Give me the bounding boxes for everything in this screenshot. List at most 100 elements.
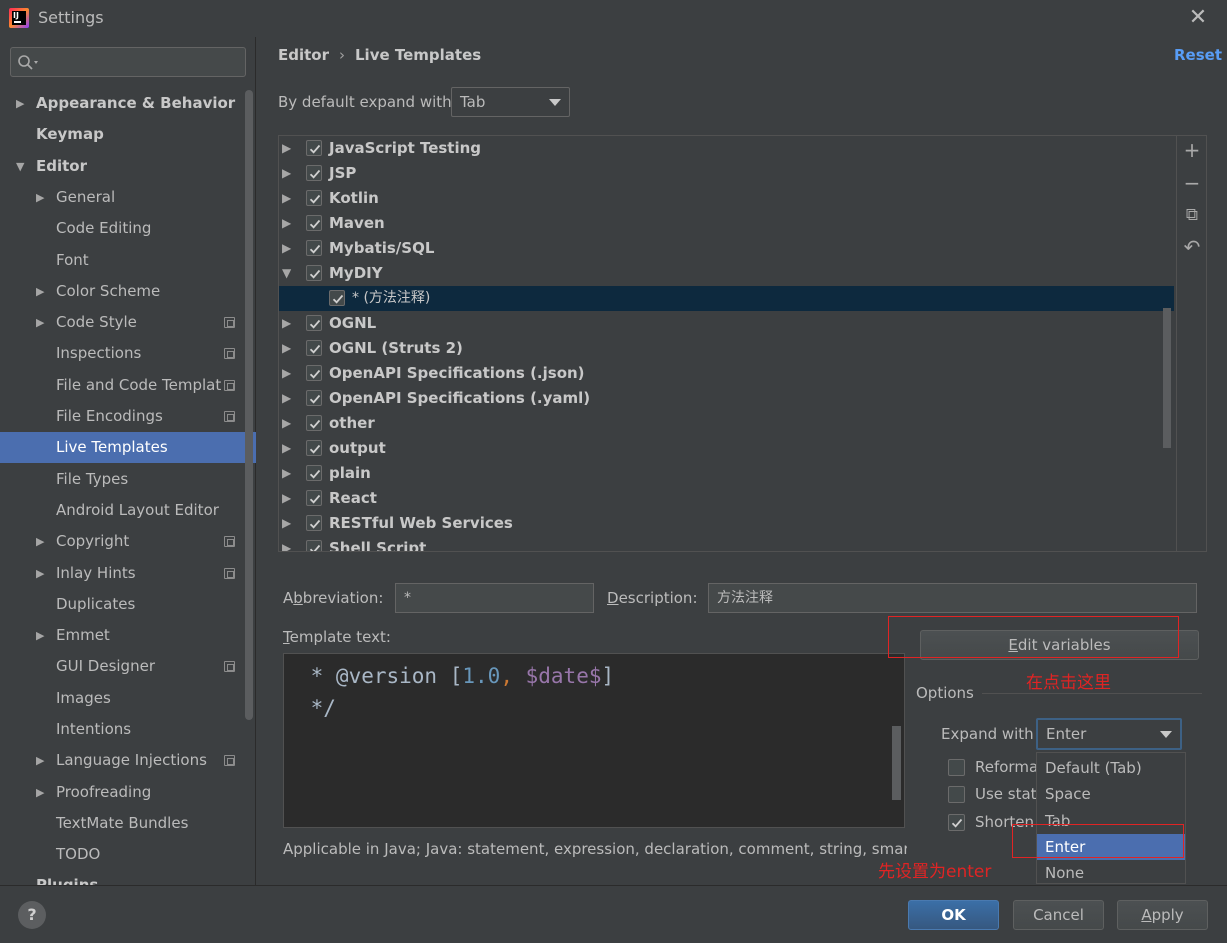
enable-checkbox[interactable] xyxy=(306,215,322,231)
sidebar-item-language-injections[interactable]: ▶ Language Injections xyxy=(0,745,243,776)
chevron-right-icon[interactable]: ▶ xyxy=(282,511,291,536)
sidebar-item-appearance-behavior[interactable]: ▶ Appearance & Behavior xyxy=(0,88,243,119)
option-checkbox-row[interactable]: Reformat according to style xyxy=(948,755,1036,779)
sidebar-item-keymap[interactable]: Keymap xyxy=(0,119,243,150)
template-group-row[interactable]: ▶ other xyxy=(279,411,1174,436)
chevron-right-icon[interactable]: ▶ xyxy=(36,276,44,307)
dropdown-option-space[interactable]: Space xyxy=(1037,781,1185,807)
sidebar-item-general[interactable]: ▶ General xyxy=(0,182,243,213)
chevron-right-icon[interactable]: ▶ xyxy=(282,236,291,261)
breadcrumb-parent[interactable]: Editor xyxy=(278,46,329,64)
sidebar-item-file-types[interactable]: File Types xyxy=(0,464,243,495)
chevron-right-icon[interactable]: ▶ xyxy=(282,411,291,436)
chevron-right-icon[interactable]: ▶ xyxy=(36,745,44,776)
option-checkbox[interactable] xyxy=(948,786,965,803)
sidebar-item-proofreading[interactable]: ▶ Proofreading xyxy=(0,777,243,808)
enable-checkbox[interactable] xyxy=(306,440,322,456)
reset-link[interactable]: Reset xyxy=(1174,46,1222,64)
sidebar-item-plugins[interactable]: Plugins xyxy=(36,874,98,885)
chevron-right-icon[interactable]: ▶ xyxy=(36,777,44,808)
apply-button[interactable]: Apply xyxy=(1117,900,1208,930)
template-text-editor[interactable]: * @version [1.0, $date$] */ xyxy=(283,653,905,828)
sidebar-item-inspections[interactable]: Inspections xyxy=(0,338,243,369)
sidebar-item-gui-designer[interactable]: GUI Designer xyxy=(0,651,243,682)
add-icon[interactable]: + xyxy=(1182,140,1202,160)
template-group-row[interactable]: ▶ JavaScript Testing xyxy=(279,136,1174,161)
copy-icon[interactable]: ⧉ xyxy=(1182,205,1202,225)
sidebar-item-duplicates[interactable]: Duplicates xyxy=(0,589,243,620)
abbreviation-field[interactable]: * xyxy=(395,583,594,613)
enable-checkbox[interactable] xyxy=(306,465,322,481)
enable-checkbox[interactable] xyxy=(306,340,322,356)
sidebar-item-images[interactable]: Images xyxy=(0,683,243,714)
sidebar-scrollbar[interactable] xyxy=(245,90,253,720)
enable-checkbox[interactable] xyxy=(306,540,322,551)
template-group-row[interactable]: ▶ OpenAPI Specifications (.json) xyxy=(279,361,1174,386)
chevron-right-icon[interactable]: ▶ xyxy=(282,186,291,211)
remove-icon[interactable]: − xyxy=(1182,173,1202,193)
enable-checkbox[interactable] xyxy=(306,315,322,331)
enable-checkbox[interactable] xyxy=(329,290,345,306)
chevron-right-icon[interactable]: ▶ xyxy=(36,558,44,589)
template-group-row[interactable]: ▶ OGNL xyxy=(279,311,1174,336)
list-scrollbar[interactable] xyxy=(1163,308,1171,448)
chevron-right-icon[interactable]: ▶ xyxy=(282,311,291,336)
dropdown-option-none[interactable]: None xyxy=(1037,860,1185,886)
enable-checkbox[interactable] xyxy=(306,165,322,181)
template-group-row[interactable]: ▶ RESTful Web Services xyxy=(279,511,1174,536)
chevron-right-icon[interactable]: ▶ xyxy=(282,361,291,386)
sidebar-item-file-encodings[interactable]: File Encodings xyxy=(0,401,243,432)
template-item[interactable]: * (方法注释) xyxy=(279,286,1174,311)
chevron-right-icon[interactable]: ▶ xyxy=(282,536,291,551)
template-group-row[interactable]: ▶ plain xyxy=(279,461,1174,486)
chevron-right-icon[interactable]: ▶ xyxy=(36,620,44,651)
sidebar-item-textmate-bundles[interactable]: TextMate Bundles xyxy=(0,808,243,839)
ok-button[interactable]: OK xyxy=(908,900,999,930)
chevron-right-icon[interactable]: ▶ xyxy=(36,307,44,338)
close-icon[interactable]: ✕ xyxy=(1188,6,1208,30)
chevron-right-icon[interactable]: ▶ xyxy=(282,161,291,186)
chevron-right-icon[interactable]: ▶ xyxy=(282,436,291,461)
template-group-row[interactable]: ▶ Mybatis/SQL xyxy=(279,236,1174,261)
search-input[interactable] xyxy=(10,47,246,77)
dropdown-option-default-tab[interactable]: Default (Tab) xyxy=(1037,755,1185,781)
sidebar-item-intentions[interactable]: Intentions xyxy=(0,714,243,745)
description-field[interactable]: 方法注释 xyxy=(708,583,1197,613)
expand-with-combo[interactable]: Enter xyxy=(1036,718,1182,750)
sidebar-item-copyright[interactable]: ▶ Copyright xyxy=(0,526,243,557)
sidebar-item-emmet[interactable]: ▶ Emmet xyxy=(0,620,243,651)
option-checkbox[interactable] xyxy=(948,814,965,831)
chevron-right-icon[interactable]: ▶ xyxy=(282,136,291,161)
expand-default-combo[interactable]: Tab xyxy=(451,87,570,117)
enable-checkbox[interactable] xyxy=(306,265,322,281)
template-group-row[interactable]: ▶ Shell Script xyxy=(279,536,1174,551)
template-group-row[interactable]: ▶ output xyxy=(279,436,1174,461)
template-group-row[interactable]: ▶ Kotlin xyxy=(279,186,1174,211)
chevron-down-icon[interactable]: ▼ xyxy=(16,151,24,182)
help-button[interactable]: ? xyxy=(18,901,46,929)
sidebar-item-inlay-hints[interactable]: ▶ Inlay Hints xyxy=(0,558,243,589)
sidebar-item-font[interactable]: Font xyxy=(0,245,243,276)
cancel-button[interactable]: Cancel xyxy=(1013,900,1104,930)
chevron-right-icon[interactable]: ▶ xyxy=(282,486,291,511)
editor-scrollbar[interactable] xyxy=(892,726,901,800)
template-group-row[interactable]: ▶ Maven xyxy=(279,211,1174,236)
enable-checkbox[interactable] xyxy=(306,390,322,406)
sidebar-item-code-style[interactable]: ▶ Code Style xyxy=(0,307,243,338)
option-checkbox-row[interactable]: Use static import if possible xyxy=(948,782,1036,806)
chevron-right-icon[interactable]: ▶ xyxy=(282,461,291,486)
enable-checkbox[interactable] xyxy=(306,365,322,381)
enable-checkbox[interactable] xyxy=(306,415,322,431)
enable-checkbox[interactable] xyxy=(306,140,322,156)
chevron-right-icon[interactable]: ▶ xyxy=(36,526,44,557)
template-group-row[interactable]: ▶ React xyxy=(279,486,1174,511)
template-groups-list[interactable]: ▶ JavaScript Testing ▶ JSP ▶ Kotlin ▶ Maven ▶ Myb… xyxy=(278,135,1207,552)
template-group-row[interactable]: ▼ MyDIY xyxy=(279,261,1174,286)
chevron-right-icon[interactable]: ▶ xyxy=(282,211,291,236)
sidebar-item-code-editing[interactable]: Code Editing xyxy=(0,213,243,244)
sidebar-item-android-layout-editor[interactable]: Android Layout Editor xyxy=(0,495,243,526)
template-group-row[interactable]: ▶ OGNL (Struts 2) xyxy=(279,336,1174,361)
enable-checkbox[interactable] xyxy=(306,490,322,506)
chevron-right-icon[interactable]: ▶ xyxy=(282,336,291,361)
enable-checkbox[interactable] xyxy=(306,515,322,531)
